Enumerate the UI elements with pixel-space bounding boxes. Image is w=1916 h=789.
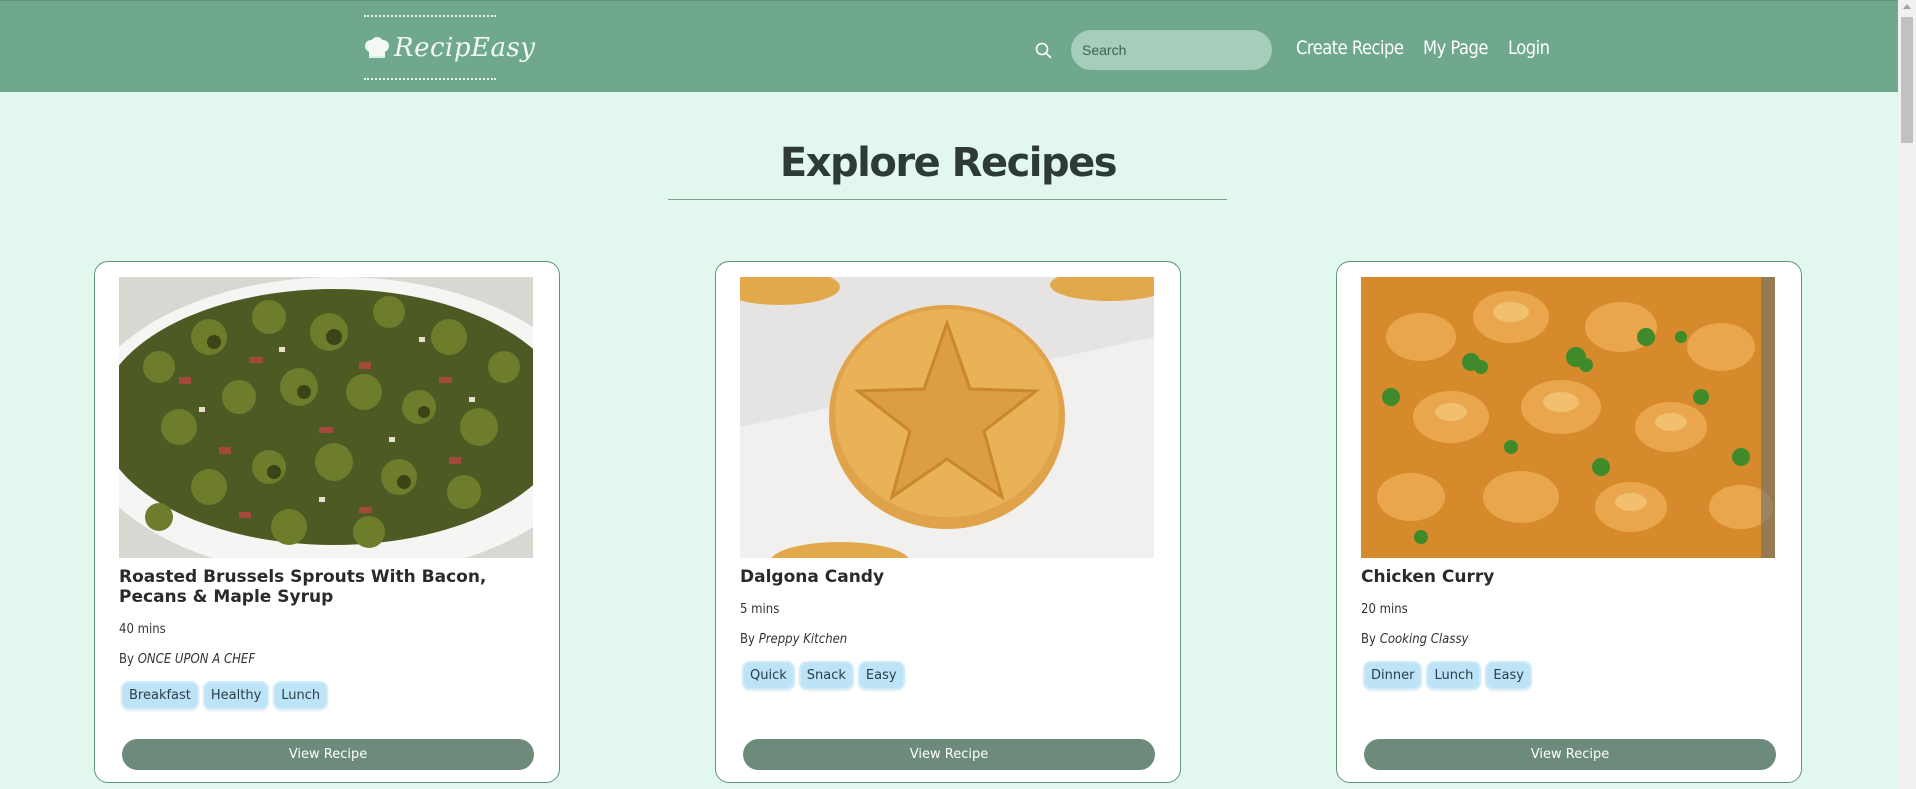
top-navbar: RecipEasy Create Recipe My Page Login <box>0 0 1898 92</box>
recipe-time: 5 mins <box>740 602 780 617</box>
tag[interactable]: Lunch <box>273 681 329 710</box>
view-recipe-button[interactable]: View Recipe <box>122 739 534 770</box>
tag-list: Dinner Lunch Easy <box>1363 661 1532 690</box>
recipe-card: Dalgona Candy 5 mins By Preppy Kitchen Q… <box>715 261 1181 783</box>
vertical-scrollbar[interactable] <box>1898 0 1916 789</box>
view-recipe-button[interactable]: View Recipe <box>1364 739 1776 770</box>
page-title: Explore Recipes <box>779 140 1118 186</box>
nav-create-recipe[interactable]: Create Recipe <box>1296 37 1404 59</box>
nav-my-page[interactable]: My Page <box>1423 37 1488 59</box>
author-name: Cooking Classy <box>1379 632 1469 647</box>
dalgona-candy-photo[interactable] <box>740 277 1154 558</box>
tag[interactable]: Easy <box>1485 661 1532 690</box>
tag[interactable]: Lunch <box>1426 661 1482 690</box>
search-icon[interactable] <box>1033 40 1055 62</box>
recipe-title: Roasted Brussels Sprouts With Bacon, Pec… <box>119 567 487 607</box>
author-prefix: By <box>119 652 134 667</box>
nav-login[interactable]: Login <box>1508 37 1550 59</box>
author-prefix: By <box>1361 632 1376 647</box>
view-recipe-button[interactable]: View Recipe <box>743 739 1155 770</box>
brussels-sprouts-photo[interactable] <box>119 277 533 558</box>
recipe-author: By ONCE UPON A CHEF <box>119 652 255 667</box>
recipe-time: 20 mins <box>1361 602 1408 617</box>
tag-list: Quick Snack Easy <box>742 661 905 690</box>
recipe-title: Dalgona Candy <box>740 567 885 587</box>
title-divider <box>668 199 1227 200</box>
recipe-time: 40 mins <box>119 622 166 637</box>
logo-text: RecipEasy <box>394 32 536 63</box>
scrollbar-thumb[interactable] <box>1901 17 1913 143</box>
recipe-author: By Cooking Classy <box>1361 632 1468 647</box>
tag[interactable]: Quick <box>742 661 795 690</box>
recipe-card: Chicken Curry 20 mins By Cooking Classy … <box>1336 261 1802 783</box>
search-input[interactable] <box>1071 30 1272 70</box>
tag[interactable]: Snack <box>798 661 854 690</box>
tag[interactable]: Healthy <box>202 681 270 710</box>
tag[interactable]: Breakfast <box>121 681 199 710</box>
tag-list: Breakfast Healthy Lunch <box>121 681 329 710</box>
author-name: ONCE UPON A CHEF <box>137 652 256 667</box>
logo[interactable]: RecipEasy <box>364 15 535 80</box>
tag[interactable]: Dinner <box>1363 661 1423 690</box>
recipe-card: Roasted Brussels Sprouts With Bacon, Pec… <box>94 261 560 783</box>
chef-hat-icon <box>364 36 390 59</box>
recipe-author: By Preppy Kitchen <box>740 632 847 647</box>
scroll-up-arrow-icon[interactable] <box>1903 4 1911 9</box>
recipe-title: Chicken Curry <box>1361 567 1495 587</box>
tag[interactable]: Easy <box>857 661 905 690</box>
author-prefix: By <box>740 632 755 647</box>
chicken-curry-photo[interactable] <box>1361 277 1775 558</box>
author-name: Preppy Kitchen <box>758 632 848 647</box>
